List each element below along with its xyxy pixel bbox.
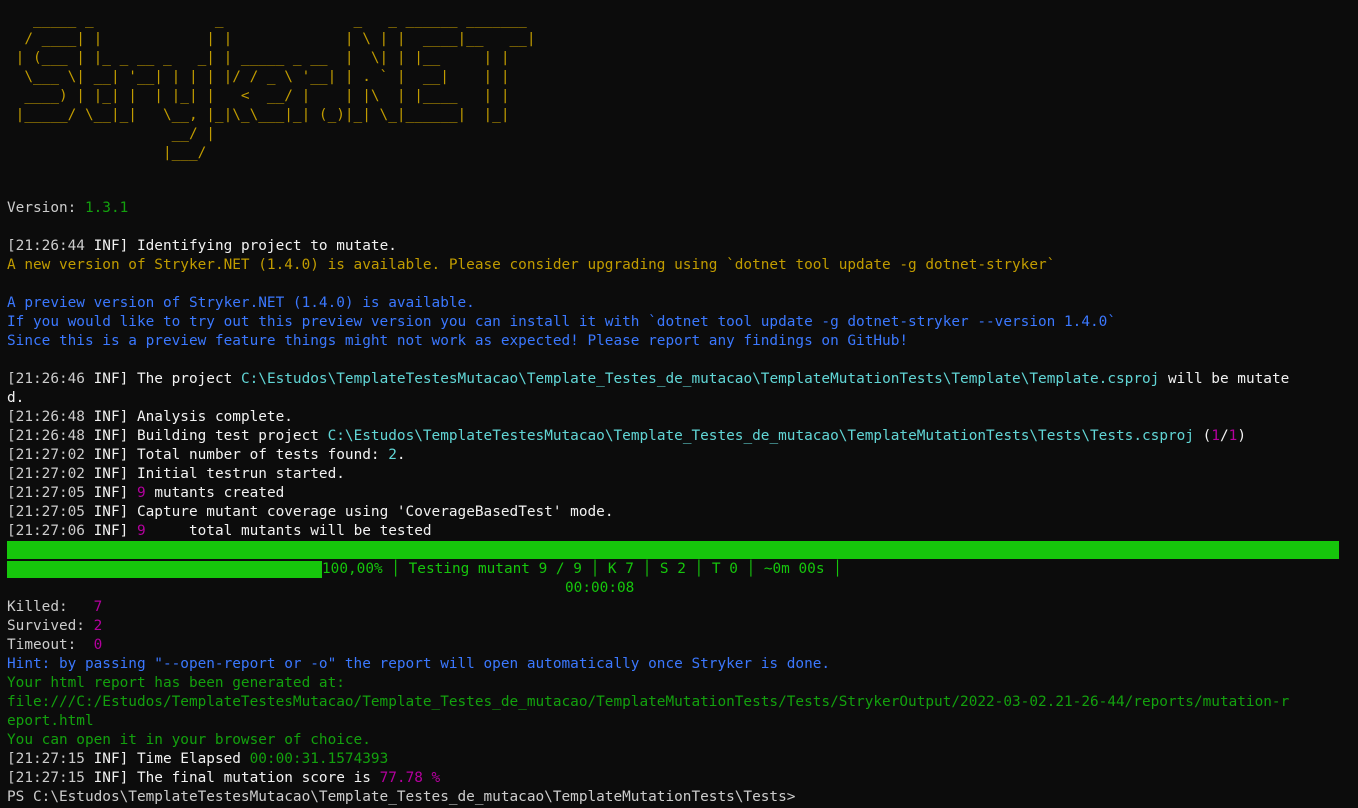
version-line: Version: 1.3.1 [7, 199, 128, 218]
log-text-segment: Initial testrun started. [128, 466, 345, 482]
log-line: [21:27:15 INF] The final mutation score … [7, 769, 440, 788]
mutation-score-value: 77.78 % [379, 770, 441, 786]
log-text-segment: INF] [84, 371, 129, 387]
log-line: [21:27:06 INF] 9 total mutants will be t… [7, 522, 432, 541]
log-text-segment: INF] [84, 447, 129, 463]
progress-bar-segment [7, 561, 322, 578]
killed-count-line: Killed: 7 [7, 598, 102, 617]
log-text-segment: [21:26:46 [7, 371, 85, 387]
hint-line: Hint: by passing "--open-report or -o" t… [7, 656, 831, 672]
log-text-segment: Version: [7, 200, 85, 216]
banner-line: |_____/ \__|_| \__, |_|\_\___|_| (_)|_| … [7, 107, 536, 123]
log-text-segment: INF] [84, 466, 129, 482]
log-text-segment: 9 [136, 523, 146, 539]
report-path-link[interactable]: file:///C:/Estudos/TemplateTestesMutacao… [7, 693, 1289, 712]
preview-notice-3: Since this is a preview feature things m… [7, 333, 909, 349]
log-text-segment: INF] [84, 409, 129, 425]
progress-bar-full [7, 541, 1339, 559]
log-text-segment: will be mutate [1159, 371, 1290, 387]
log-text-segment: total mutants will be tested [145, 523, 432, 539]
banner-line: / ____| | | | | \ | | ____|__ __| [7, 31, 536, 47]
banner-line: \___ \| __| '__| | | | |/ / _ \ '__| | .… [7, 69, 536, 85]
log-text-segment: INF] [84, 238, 129, 254]
preview-notice-2: If you would like to try out this previe… [7, 314, 1116, 330]
log-text-segment: [21:27:05 [7, 504, 85, 520]
log-text-segment: 7 [93, 599, 103, 615]
log-line: [21:26:44 INF] Identifying project to mu… [7, 237, 397, 256]
banner-line: | (___ | |_ _ __ _ _| | _____ _ __ | \| … [7, 50, 536, 66]
log-text-segment: 9 [136, 485, 146, 501]
log-text-segment: / [1219, 428, 1229, 444]
log-text-segment: The project [128, 371, 241, 387]
report-generated-line: Your html report has been generated at: [7, 675, 345, 691]
log-text-segment: Timeout: [7, 637, 94, 653]
report-path-link-wrap[interactable]: eport.html [7, 712, 94, 731]
log-text-segment: INF] [84, 751, 129, 767]
log-text-segment: ( [1193, 428, 1212, 444]
log-line: [21:27:05 INF] 9 mutants created [7, 484, 284, 503]
log-text-segment: INF] [84, 428, 129, 444]
banner-line: _____ _ _ _ _ ______ _______ [7, 12, 536, 28]
log-text-segment: Identifying project to mutate. [128, 238, 397, 254]
log-text-segment: 1 [1211, 428, 1220, 444]
log-text-segment: 0 [93, 637, 103, 653]
survived-count-line: Survived: 2 [7, 617, 102, 636]
log-text-segment: [21:27:15 [7, 751, 85, 767]
update-notice: A new version of Stryker.NET (1.4.0) is … [7, 257, 1056, 273]
log-text-segment: mutants created [145, 485, 285, 501]
log-text-segment: Time Elapsed [128, 751, 250, 767]
log-text-segment: 2 [388, 447, 397, 463]
log-text-segment: ) [1237, 428, 1246, 444]
log-text-segment: 2 [93, 618, 103, 634]
banner-line: __/ | [7, 126, 215, 142]
log-text-segment: INF] [84, 504, 129, 520]
log-text-segment: [21:26:48 [7, 409, 85, 425]
log-line: [21:27:02 INF] Initial testrun started. [7, 465, 345, 484]
log-text-segment [128, 485, 137, 501]
log-text-segment: [21:26:48 [7, 428, 85, 444]
time-elapsed-value: 00:00:31.1574393 [249, 751, 389, 767]
log-text-segment: [21:27:02 [7, 447, 85, 463]
log-line-wrap: d. [7, 390, 25, 406]
log-text-segment: The final mutation score is [128, 770, 380, 786]
log-text-segment: . [396, 447, 406, 463]
log-line: [21:27:05 INF] Capture mutant coverage u… [7, 503, 614, 522]
log-text-segment: Killed: [7, 599, 94, 615]
log-text-segment: Total number of tests found: [128, 447, 389, 463]
test-project-path: C:\Estudos\TemplateTestesMutacao\Templat… [327, 428, 1194, 444]
progress-elapsed: 00:00:08 [565, 580, 635, 596]
banner-line: |___/ [7, 145, 207, 161]
log-text-segment: INF] [84, 523, 129, 539]
open-in-browser-line: You can open it in your browser of choic… [7, 732, 371, 748]
log-text-segment: INF] [84, 770, 129, 786]
log-text-segment: [21:27:05 [7, 485, 85, 501]
log-text-segment: Capture mutant coverage using 'CoverageB… [128, 504, 614, 520]
preview-notice-1: A preview version of Stryker.NET (1.4.0)… [7, 295, 475, 311]
log-line: [21:27:02 INF] Total number of tests fou… [7, 446, 406, 465]
log-line: [21:26:48 INF] Building test project C:\… [7, 427, 1246, 446]
terminal-window[interactable]: _____ _ _ _ _ ______ _______ / ____| | |… [0, 0, 1358, 808]
log-text-segment [128, 523, 137, 539]
log-text-segment: [21:26:44 [7, 238, 85, 254]
timeout-count-line: Timeout: 0 [7, 636, 102, 655]
log-text-segment: INF] [84, 485, 129, 501]
log-line: [21:27:15 INF] Time Elapsed 00:00:31.157… [7, 750, 388, 769]
log-text-segment: Survived: [7, 618, 94, 634]
log-text-segment: Analysis complete. [128, 409, 293, 425]
version-value: 1.3.1 [84, 200, 129, 216]
log-text-segment: Building test project [128, 428, 328, 444]
progress-status: 100,00% │ Testing mutant 9 / 9 │ K 7 │ S… [322, 561, 842, 577]
shell-prompt[interactable]: PS C:\Estudos\TemplateTestesMutacao\Temp… [7, 788, 795, 807]
log-line: [21:26:48 INF] Analysis complete. [7, 408, 293, 427]
log-text-segment: [21:27:15 [7, 770, 85, 786]
project-path: C:\Estudos\TemplateTestesMutacao\Templat… [240, 371, 1160, 387]
log-text-segment: [21:27:02 [7, 466, 85, 482]
banner-line: ____) | |_| | | |_| | < __/ | | |\ | |__… [7, 88, 536, 104]
log-line: [21:26:46 INF] The project C:\Estudos\Te… [7, 370, 1289, 389]
log-text-segment: [21:27:06 [7, 523, 85, 539]
